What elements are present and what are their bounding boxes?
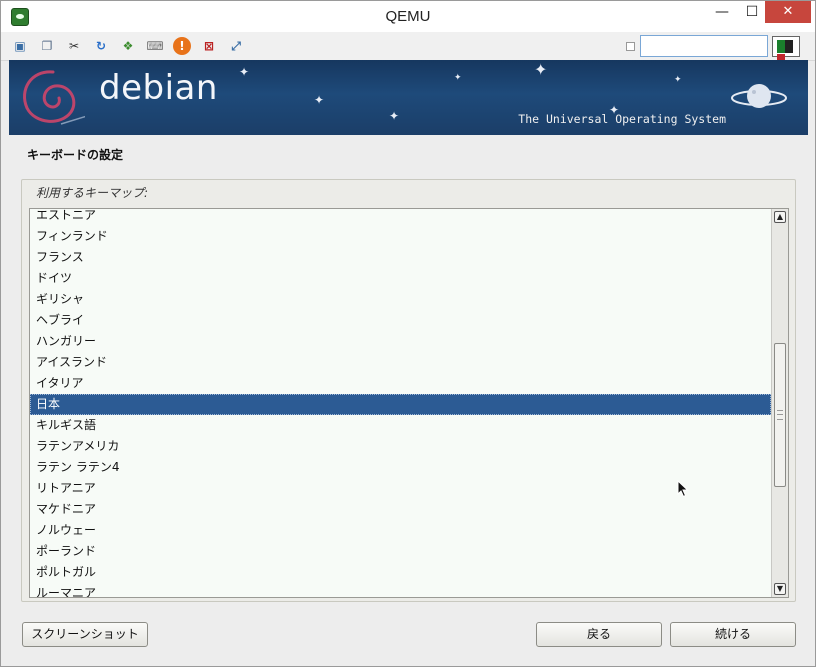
keymap-scrollbar[interactable]: ▲ ▼	[771, 209, 788, 597]
debian-swirl-icon	[23, 70, 85, 125]
title-bar: QEMU — ☐ ✕	[1, 1, 815, 32]
keymap-list-item[interactable]: ルーマニア	[30, 583, 771, 597]
refresh-icon[interactable]: ↻	[92, 37, 110, 55]
toolbar-checkbox[interactable]	[626, 42, 635, 51]
keymap-list-item[interactable]: キルギス語	[30, 415, 771, 436]
keymap-list-item[interactable]: フランス	[30, 247, 771, 268]
star-icon: ✦	[674, 75, 682, 85]
keymap-list-item[interactable]: 日本	[30, 394, 771, 415]
mouse-cursor-icon	[677, 480, 689, 498]
keymap-list-item[interactable]: ラテンアメリカ	[30, 436, 771, 457]
keyboard-layout-flag-icon[interactable]	[772, 36, 800, 67]
star-icon: ✦	[534, 60, 548, 79]
screenshot-button[interactable]: スクリーンショット	[22, 622, 148, 647]
maximize-button[interactable]: ☐	[737, 1, 767, 23]
window-title: QEMU	[385, 8, 431, 25]
keymap-list-item[interactable]: ラテン ラテン4	[30, 457, 771, 478]
keymap-list-item[interactable]: ポーランド	[30, 541, 771, 562]
page-title: キーボードの設定	[27, 148, 124, 162]
keymap-list-item[interactable]: ポルトガル	[30, 562, 771, 583]
fullscreen-icon[interactable]: ⤢	[227, 37, 245, 55]
debian-logo-text: debian	[99, 68, 218, 108]
minimize-button[interactable]: —	[707, 1, 737, 23]
keymap-listbox[interactable]: エストニア フィンランド フランス ドイツ ギリシャ ヘブライ ハンガリー アイスランド イタリ…	[29, 208, 789, 598]
keymap-list-item[interactable]: フィンランド	[30, 226, 771, 247]
star-icon: ✦	[314, 93, 325, 107]
keymap-list-item[interactable]: ヘブライ	[30, 310, 771, 331]
star-icon: ✦	[454, 73, 462, 83]
flag-stripe	[777, 40, 785, 53]
keymap-list-item[interactable]: ハンガリー	[30, 331, 771, 352]
planet-icon	[731, 84, 787, 108]
tools-icon[interactable]: ✂	[65, 37, 83, 55]
keymap-list: エストニア フィンランド フランス ドイツ ギリシャ ヘブライ ハンガリー アイスランド イタリ…	[30, 209, 771, 597]
keyboard-icon[interactable]: ⌨	[146, 37, 164, 55]
windows-icon[interactable]: ❐	[38, 37, 56, 55]
star-icon: ✦	[389, 109, 400, 123]
network-disconnect-icon[interactable]: ⊠	[200, 37, 218, 55]
keymap-list-item[interactable]: ギリシャ	[30, 289, 771, 310]
flag-stripe	[785, 40, 793, 53]
keymap-group: 利用するキーマップ: エストニア フィンランド フランス ドイツ ギリシャ ヘブライ ハンガ…	[21, 179, 796, 602]
keymap-list-item[interactable]: イタリア	[30, 373, 771, 394]
scroll-down-button[interactable]: ▼	[774, 583, 786, 595]
banner-tagline: The Universal Operating System	[518, 112, 726, 126]
keymap-group-label: 利用するキーマップ:	[36, 186, 149, 200]
scroll-grip-icon	[777, 410, 783, 420]
back-button[interactable]: 戻る	[536, 622, 662, 647]
toolbar-input[interactable]	[640, 35, 768, 57]
star-icon: ✦	[239, 65, 250, 79]
toolbar: ▣ ❐ ✂ ↻ ❖ ⌨! ⊠ ⤢	[1, 32, 815, 67]
qemu-window: QEMU — ☐ ✕ ▣ ❐ ✂ ↻ ❖ ⌨! ⊠ ⤢ debian ✦ ✦ ✦ ✦ ✦ ✦ …	[0, 0, 816, 667]
debian-banner: debian ✦ ✦ ✦ ✦ ✦ ✦ ✦ The Universal Opera…	[9, 60, 808, 135]
keymap-list-item[interactable]: マケドニア	[30, 499, 771, 520]
close-button[interactable]: ✕	[765, 1, 811, 23]
windows-logo-icon[interactable]: ❖	[119, 37, 137, 55]
monitor-icon[interactable]: ▣	[11, 37, 29, 55]
keymap-list-item[interactable]: ノルウェー	[30, 520, 771, 541]
continue-button[interactable]: 続ける	[670, 622, 796, 647]
keymap-list-item[interactable]: ドイツ	[30, 268, 771, 289]
keymap-list-item[interactable]: エストニア	[30, 209, 771, 226]
keymap-list-item[interactable]: リトアニア	[30, 478, 771, 499]
scroll-thumb[interactable]	[774, 343, 786, 487]
keymap-list-item[interactable]: アイスランド	[30, 352, 771, 373]
scroll-up-button[interactable]: ▲	[774, 211, 786, 223]
warning-icon[interactable]: !	[173, 37, 191, 55]
